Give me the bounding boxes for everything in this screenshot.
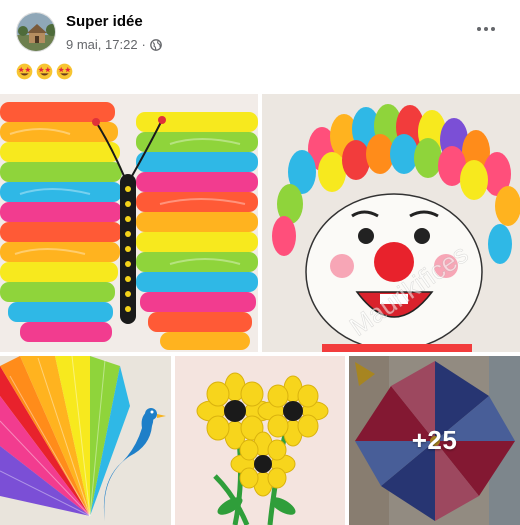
- photo-grid: Maurikifices +25: [0, 94, 520, 525]
- photo-sunflowers[interactable]: [175, 356, 345, 525]
- meta-separator: ·: [141, 37, 146, 52]
- more-options-icon[interactable]: [474, 20, 498, 38]
- star-struck-emoji: [36, 63, 53, 80]
- more-photos-overlay[interactable]: +25: [349, 356, 520, 525]
- post-timestamp[interactable]: 9 mai, 17:22: [66, 37, 138, 52]
- star-struck-emoji: [16, 63, 33, 80]
- photo-pinwheel[interactable]: +25: [349, 356, 520, 525]
- more-photos-count[interactable]: +25: [412, 425, 458, 456]
- author-avatar[interactable]: [16, 12, 56, 52]
- post-meta: 9 mai, 17:22 ·: [66, 37, 162, 52]
- author-name[interactable]: Super idée: [66, 13, 143, 30]
- globe-icon[interactable]: [150, 38, 162, 51]
- star-struck-emoji: [56, 63, 73, 80]
- photo-clown[interactable]: Maurikifices: [262, 94, 520, 352]
- photo-butterfly[interactable]: [0, 94, 258, 352]
- post-caption: [16, 63, 73, 80]
- post-header: Super idée 9 mai, 17:22 ·: [0, 0, 520, 60]
- post-card: Super idée 9 mai, 17:22 · Maurikifices +…: [0, 0, 520, 525]
- photo-peacock[interactable]: [0, 356, 171, 525]
